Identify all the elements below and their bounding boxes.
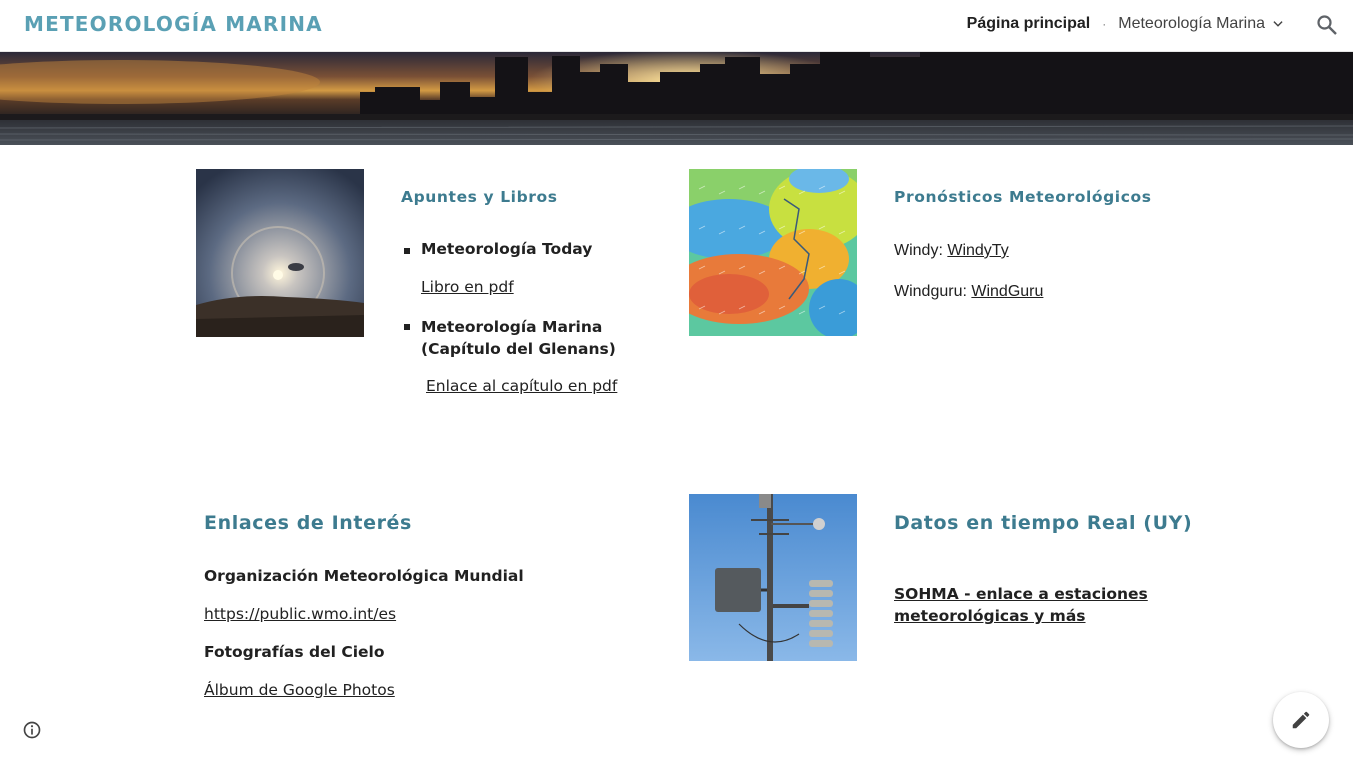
nav-home-link[interactable]: Página principal: [967, 15, 1091, 33]
pronosticos-heading: Pronósticos Meteorológicos: [894, 188, 1152, 206]
windyty-link[interactable]: WindyTy: [947, 242, 1008, 259]
nav-meteorologia-dropdown[interactable]: Meteorología Marina: [1118, 15, 1285, 33]
capitulo-pdf-link[interactable]: Enlace al capítulo en pdf: [426, 377, 617, 395]
apuntes-heading: Apuntes y Libros: [401, 188, 558, 206]
nav-meteorologia-label: Meteorología Marina: [1118, 15, 1265, 32]
windy-label: Windy:: [894, 242, 948, 259]
list-bullet: [404, 248, 410, 254]
enlaces-heading: Enlaces de Interés: [204, 512, 412, 534]
site-title[interactable]: METEOROLOGÍA MARINA: [24, 12, 323, 36]
nav-separator: ·: [1102, 17, 1107, 31]
info-icon[interactable]: [22, 720, 42, 740]
windguru-label: Windguru:: [894, 283, 972, 300]
site-header: METEOROLOGÍA MARINA Página principal · M…: [0, 0, 1353, 52]
windguru-link[interactable]: WindGuru: [971, 283, 1043, 300]
google-photos-link[interactable]: Álbum de Google Photos: [204, 681, 395, 699]
wmo-link[interactable]: https://public.wmo.int/es: [204, 605, 396, 623]
fotos-title: Fotografías del Cielo: [204, 643, 385, 661]
search-icon[interactable]: [1315, 13, 1339, 37]
libro-pdf-link[interactable]: Libro en pdf: [421, 278, 514, 296]
edit-button[interactable]: [1273, 692, 1329, 748]
chevron-down-icon: [1273, 21, 1283, 27]
windguru-row: Windguru: WindGuru: [894, 283, 1043, 301]
apuntes-item2-title: Meteorología Marina (Capítulo del Glenan…: [421, 318, 616, 358]
windy-row: Windy: WindyTy: [894, 242, 1009, 260]
datos-heading: Datos en tiempo Real (UY): [894, 512, 1193, 534]
sohma-link[interactable]: SOHMA - enlace a estaciones meteorológic…: [894, 583, 1239, 627]
pencil-icon: [1292, 711, 1310, 729]
weather-station-image: [689, 494, 857, 661]
sky-halo-image: [196, 169, 364, 337]
top-nav: Página principal · Meteorología Marina: [967, 15, 1285, 33]
omm-title: Organización Meteorológica Mundial: [204, 567, 524, 585]
list-bullet: [404, 324, 410, 330]
apuntes-item1-title: Meteorología Today: [421, 240, 593, 258]
header-banner-image: [0, 52, 1353, 145]
wind-map-image: [689, 169, 857, 336]
